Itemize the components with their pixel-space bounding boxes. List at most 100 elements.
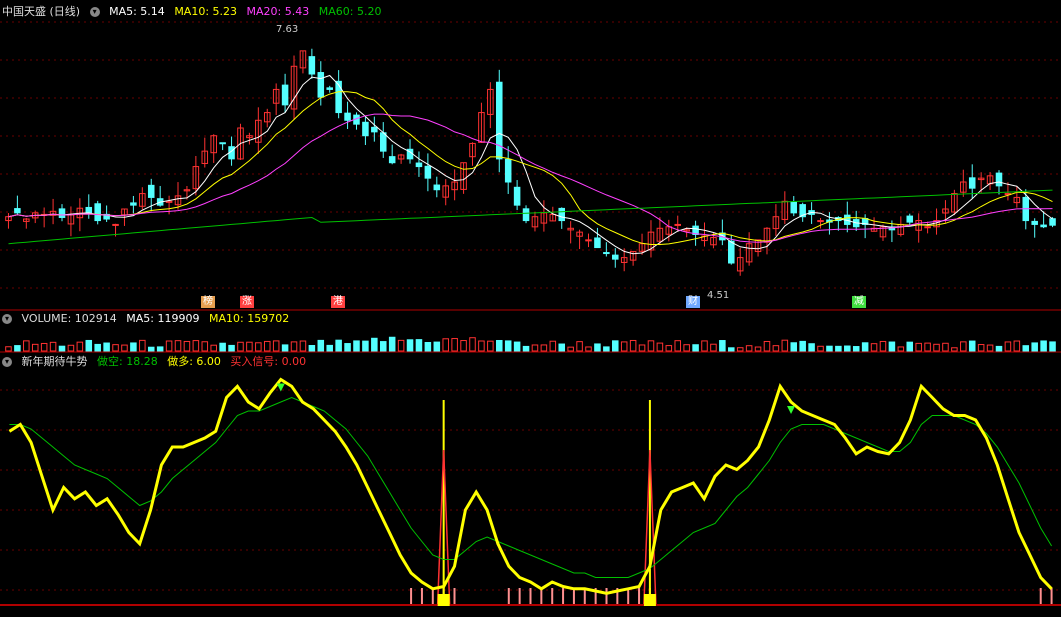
volume-bar [522,345,530,352]
buy-signal-label: 买入信号: 0.00 [230,355,307,368]
volume-bar [496,339,503,352]
volume-bar [674,340,682,352]
volume-bar [504,340,512,352]
event-tag[interactable]: 榜 [201,296,215,308]
candle-body [415,162,423,168]
candle-body [326,87,333,90]
candle-body [308,56,316,75]
volume-bar [870,343,878,352]
ma10-label: MA10: 5.23 [174,5,238,18]
volume-bar [14,345,21,352]
candle-body [995,172,1003,187]
volume-bar [335,339,342,352]
volume-bar [692,344,699,352]
volume-bar [861,342,869,352]
collapse-icon[interactable]: ▾ [2,357,12,367]
volume-bar [228,344,235,352]
volume-bar [31,343,39,352]
volume-bar [906,341,914,352]
candle-body [558,207,565,222]
ma60-line [8,189,1053,245]
volume-bar [942,342,949,352]
buy-marker [643,594,656,606]
volume-bar [656,342,664,352]
candle-body [674,223,682,226]
volume-bar [781,339,789,352]
volume-bar [192,340,200,352]
ma60-label: MA60: 5.20 [318,5,382,18]
candle-body [1040,224,1047,228]
volume-bar [1013,340,1021,352]
candle-body [371,126,378,133]
volume-bar [977,344,985,352]
candle-body [85,206,93,214]
collapse-icon[interactable]: ▾ [89,7,100,17]
volume-bar [558,343,565,352]
candle-body [14,208,21,214]
volume-bar [353,340,360,352]
event-tag[interactable]: 港 [331,296,345,308]
volume-bar [424,341,432,352]
volume-bar [201,341,209,352]
volume-bar [246,341,253,352]
volume-bar [835,345,842,352]
volume-bar [344,343,351,352]
volume-bar [986,344,994,352]
vol-ma10-label: MA10: 159702 [208,312,290,325]
ma10-line [8,91,1053,245]
volume-bar [255,342,262,352]
volume-bar [683,344,690,352]
volume-bar [147,346,155,352]
volume-bar [406,339,414,352]
volume-bar [995,345,1003,352]
volume-bar [478,340,485,352]
volume-bar [85,339,93,352]
volume-bar [549,340,557,352]
candle-body [585,239,592,242]
candle-body [344,112,351,121]
candle-body [94,203,101,222]
volume-bar [442,338,449,352]
volume-bar [603,346,610,352]
volume-bar [156,346,164,352]
volume-bar [139,339,146,352]
volume-bar [263,340,271,352]
volume-bar [210,344,217,352]
volume-bar [897,346,905,352]
short-label: 做空: 18.28 [97,355,158,368]
candle-body [362,121,369,137]
ma5-line [8,74,1053,255]
stock-chart[interactable] [0,0,1061,617]
high-price-label: 7.63 [276,24,299,35]
volume-bar [638,344,646,352]
volume-bar [576,341,583,352]
event-tag[interactable]: 减 [852,296,866,308]
collapse-icon[interactable]: ▾ [2,314,12,324]
candle-body [424,165,432,179]
volume-bar [879,340,887,352]
volume-bar [612,340,619,352]
volume-bar [67,344,75,352]
volume-bar [112,344,119,352]
volume-bar [460,340,467,352]
volume-bar [1031,342,1038,352]
candle-body [513,186,521,206]
candle-body [130,202,137,206]
volume-bar [790,342,798,352]
volume-bar [49,341,57,352]
candle-body [924,226,931,229]
volume-bar [1022,345,1030,352]
volume-bar [326,344,333,352]
event-tag[interactable]: 涨 [240,296,254,308]
volume-bar [5,346,12,352]
volume-bar [23,340,30,352]
candle-body [968,177,976,189]
volume-bar [451,338,458,352]
event-tag[interactable]: 财 [686,296,700,308]
volume-bar [1004,341,1012,352]
stock-title[interactable]: 中国天盛 (日线) [2,5,80,18]
candle-body [433,184,441,191]
volume-bar [433,341,441,352]
candle-body [1049,218,1056,226]
volume-bar [397,339,405,352]
